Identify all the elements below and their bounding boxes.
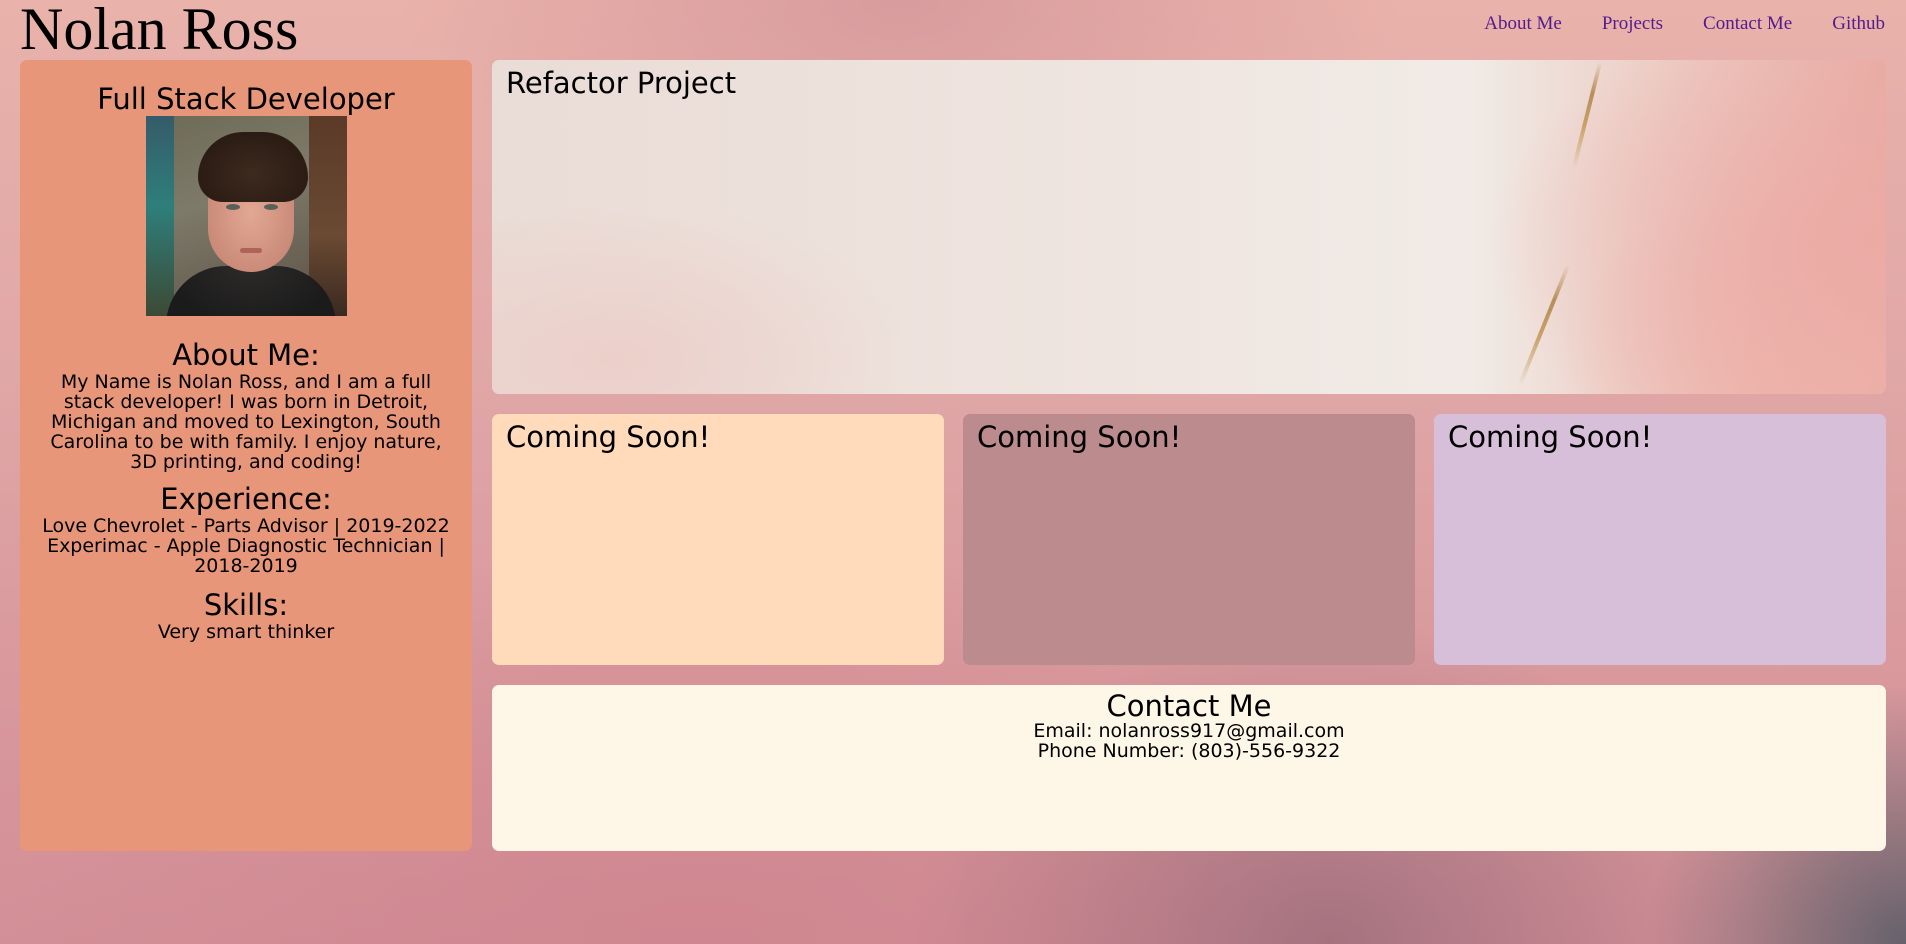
site-title: Nolan Ross — [20, 0, 299, 62]
profile-title: Full Stack Developer — [97, 82, 395, 116]
nav-link-contact-me[interactable]: Contact Me — [1703, 12, 1792, 36]
skill-item: Very smart thinker — [157, 621, 335, 643]
project-title: Refactor Project — [506, 66, 737, 100]
experience-heading: Experience: — [160, 482, 332, 516]
project-card-title: Coming Soon! — [1448, 420, 1653, 454]
project-card-1[interactable]: Coming Soon! — [492, 414, 944, 665]
project-card-3[interactable]: Coming Soon! — [1434, 414, 1886, 665]
skills-heading: Skills: — [203, 588, 289, 622]
project-card-title: Coming Soon! — [506, 420, 711, 454]
contact-heading: Contact Me — [1106, 689, 1272, 723]
nav-link-about-me[interactable]: About Me — [1484, 12, 1562, 36]
experience-item: Love Chevrolet - Parts Advisor | 2019-20… — [42, 515, 450, 537]
profile-sidebar: Full Stack Developer About Me: My Name i… — [20, 60, 472, 851]
contact-email: Email: nolanross917@gmail.com — [1033, 720, 1345, 742]
project-card-title: Coming Soon! — [977, 420, 1182, 454]
project-card-main[interactable]: Refactor Project — [492, 60, 1886, 394]
top-nav: About Me Projects Contact Me Github — [1484, 12, 1885, 36]
marble-decoration — [1571, 61, 1603, 169]
contact-phone: Phone Number: (803)-556-9322 — [1037, 740, 1341, 762]
marble-decoration — [1517, 263, 1571, 387]
nav-link-github[interactable]: Github — [1832, 12, 1885, 36]
project-card-2[interactable]: Coming Soon! — [963, 414, 1415, 665]
about-text: My Name is Nolan Ross, and I am a full s… — [50, 371, 442, 473]
contact-section: Contact Me Email: nolanross917@gmail.com… — [492, 685, 1886, 851]
profile-photo — [145, 116, 347, 316]
about-heading: About Me: — [172, 338, 320, 372]
experience-item: Experimac - Apple Diagnostic Technician … — [47, 535, 445, 577]
nav-link-projects[interactable]: Projects — [1602, 12, 1663, 36]
